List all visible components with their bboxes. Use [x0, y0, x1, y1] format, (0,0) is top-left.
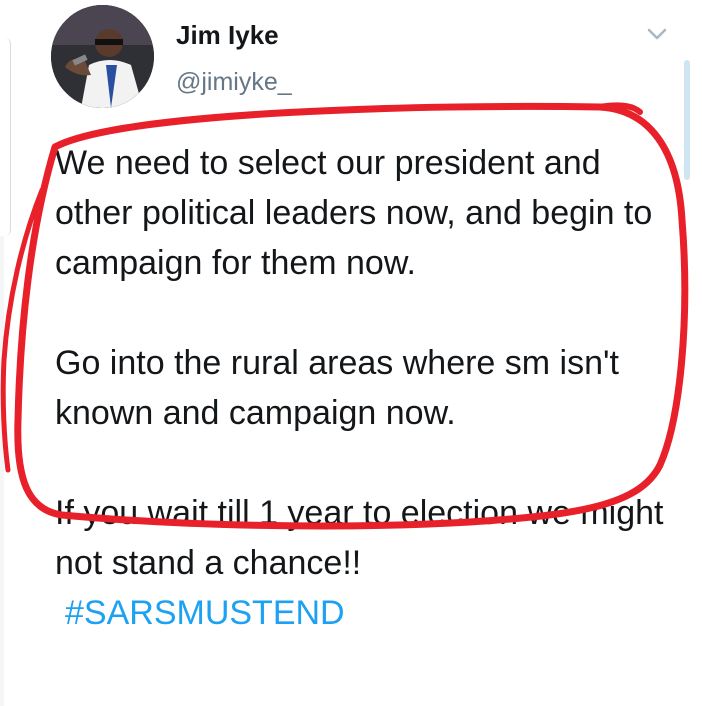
left-divider [0, 236, 4, 706]
tweet-text: We need to select our president and othe… [55, 138, 680, 638]
tweet-paragraph-1: We need to select our president and othe… [55, 144, 653, 282]
hashtag-link[interactable]: #SARSMUSTEND [65, 594, 345, 632]
chevron-down-icon[interactable] [646, 26, 668, 42]
avatar-image [51, 5, 154, 108]
adjacent-card-edge [0, 38, 11, 236]
author-handle[interactable]: @jimiyke_ [176, 68, 292, 97]
tweet-paragraph-2: Go into the rural areas where sm isn't k… [55, 344, 619, 432]
tweet-paragraph-3: If you wait till 1 year to election we m… [55, 494, 664, 582]
avatar[interactable] [51, 5, 154, 108]
author-display-name[interactable]: Jim Iyke [176, 20, 279, 51]
scrollbar[interactable] [684, 60, 690, 180]
